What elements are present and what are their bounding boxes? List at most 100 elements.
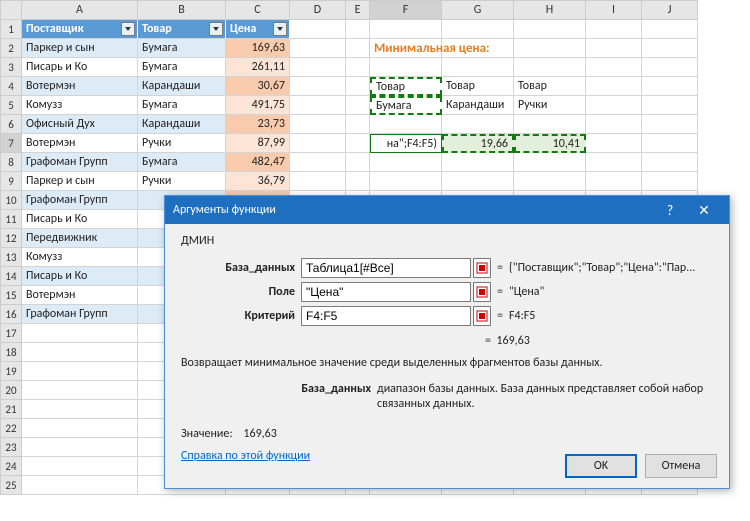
column-header[interactable]: C (226, 0, 290, 20)
row-header[interactable]: 19 (0, 362, 22, 381)
cell[interactable] (22, 419, 138, 438)
cell[interactable]: Писарь и Ко (22, 267, 138, 286)
column-header[interactable]: F (370, 0, 442, 20)
range-select-icon[interactable] (473, 306, 491, 326)
row-header[interactable]: 22 (0, 419, 22, 438)
cell[interactable]: Писарь и Ко (22, 210, 138, 229)
column-header[interactable]: H (514, 0, 586, 20)
cell[interactable]: Ручки (514, 96, 586, 115)
row-header[interactable]: 13 (0, 248, 22, 267)
column-header[interactable]: G (442, 0, 514, 20)
cell[interactable]: Товар (442, 77, 514, 96)
row-header[interactable]: 7 (0, 134, 22, 153)
cell[interactable]: 482,47 (226, 153, 290, 172)
row-header[interactable]: 2 (0, 39, 22, 58)
column-header[interactable]: B (138, 0, 226, 20)
row-header[interactable]: 23 (0, 438, 22, 457)
cell[interactable]: Минимальная цена: (370, 39, 442, 58)
cell[interactable]: на";F4:F5) (370, 134, 442, 153)
cell[interactable]: Карандаши (138, 115, 226, 134)
cell[interactable]: Бумага (138, 58, 226, 77)
cell[interactable] (22, 362, 138, 381)
cell[interactable]: 261,11 (226, 58, 290, 77)
cell[interactable] (346, 58, 370, 77)
cell[interactable]: 19,66 (442, 134, 514, 153)
cell[interactable] (370, 20, 442, 39)
cell[interactable]: 10,41 (514, 134, 586, 153)
cancel-button[interactable]: Отмена (645, 454, 717, 478)
row-header[interactable]: 14 (0, 267, 22, 286)
row-header[interactable]: 9 (0, 172, 22, 191)
cell[interactable]: Комузз (22, 248, 138, 267)
cell[interactable] (514, 172, 586, 191)
cell[interactable] (514, 58, 586, 77)
cell[interactable] (642, 153, 698, 172)
cell[interactable] (642, 96, 698, 115)
cell[interactable] (290, 58, 346, 77)
cell[interactable]: Графоман Групп (22, 153, 138, 172)
row-header[interactable]: 21 (0, 400, 22, 419)
cell[interactable]: Поставщик (22, 20, 138, 39)
cell[interactable]: Писарь и Ко (22, 58, 138, 77)
cell[interactable] (290, 134, 346, 153)
cell[interactable] (370, 153, 442, 172)
cell[interactable]: Товар (138, 20, 226, 39)
cell[interactable]: Ручки (138, 134, 226, 153)
column-header[interactable]: E (346, 0, 370, 20)
cell[interactable] (22, 343, 138, 362)
ok-button[interactable]: OK (565, 454, 637, 478)
row-header[interactable]: 3 (0, 58, 22, 77)
cell[interactable] (586, 20, 642, 39)
row-header[interactable]: 20 (0, 381, 22, 400)
cell[interactable]: Бумага (138, 96, 226, 115)
cell[interactable]: Вотермэн (22, 77, 138, 96)
cell[interactable] (22, 400, 138, 419)
cell[interactable] (290, 96, 346, 115)
cell[interactable]: 30,67 (226, 77, 290, 96)
cell[interactable] (346, 172, 370, 191)
cell[interactable] (346, 115, 370, 134)
cell[interactable] (642, 58, 698, 77)
cell[interactable] (442, 20, 514, 39)
cell[interactable] (514, 20, 586, 39)
row-header[interactable]: 16 (0, 305, 22, 324)
cell[interactable] (642, 115, 698, 134)
cell[interactable]: Ручки (138, 172, 226, 191)
cell[interactable] (290, 115, 346, 134)
arg-input[interactable] (301, 282, 471, 302)
cell[interactable]: Бумага (370, 96, 442, 115)
row-header[interactable]: 8 (0, 153, 22, 172)
range-select-icon[interactable] (473, 282, 491, 302)
row-header[interactable]: 24 (0, 457, 22, 476)
cell[interactable] (370, 115, 442, 134)
cell[interactable]: 36,79 (226, 172, 290, 191)
help-link[interactable]: Справка по этой функции (181, 449, 310, 463)
dialog-help-button[interactable]: ? (653, 196, 687, 224)
arg-input[interactable] (301, 258, 471, 278)
cell[interactable]: Вотермэн (22, 134, 138, 153)
cell[interactable]: Передвижник (22, 229, 138, 248)
cell[interactable] (346, 77, 370, 96)
row-header[interactable]: 15 (0, 286, 22, 305)
row-header[interactable]: 18 (0, 343, 22, 362)
cell[interactable]: Вотермэн (22, 286, 138, 305)
cell[interactable] (290, 77, 346, 96)
cell[interactable] (22, 438, 138, 457)
cell[interactable] (642, 39, 698, 58)
cell[interactable] (586, 172, 642, 191)
cell[interactable] (586, 77, 642, 96)
cell[interactable] (586, 96, 642, 115)
cell[interactable]: Цена (226, 20, 290, 39)
cell[interactable]: Бумага (138, 153, 226, 172)
cell[interactable] (586, 115, 642, 134)
cell[interactable]: Паркер и сын (22, 172, 138, 191)
filter-dropdown-icon[interactable] (209, 22, 223, 36)
cell[interactable]: Комузз (22, 96, 138, 115)
row-header[interactable]: 5 (0, 96, 22, 115)
row-header[interactable]: 11 (0, 210, 22, 229)
cell[interactable] (586, 134, 642, 153)
cell[interactable]: 87,99 (226, 134, 290, 153)
arg-input[interactable] (301, 306, 471, 326)
cell[interactable]: Товар (514, 77, 586, 96)
range-select-icon[interactable] (473, 258, 491, 278)
